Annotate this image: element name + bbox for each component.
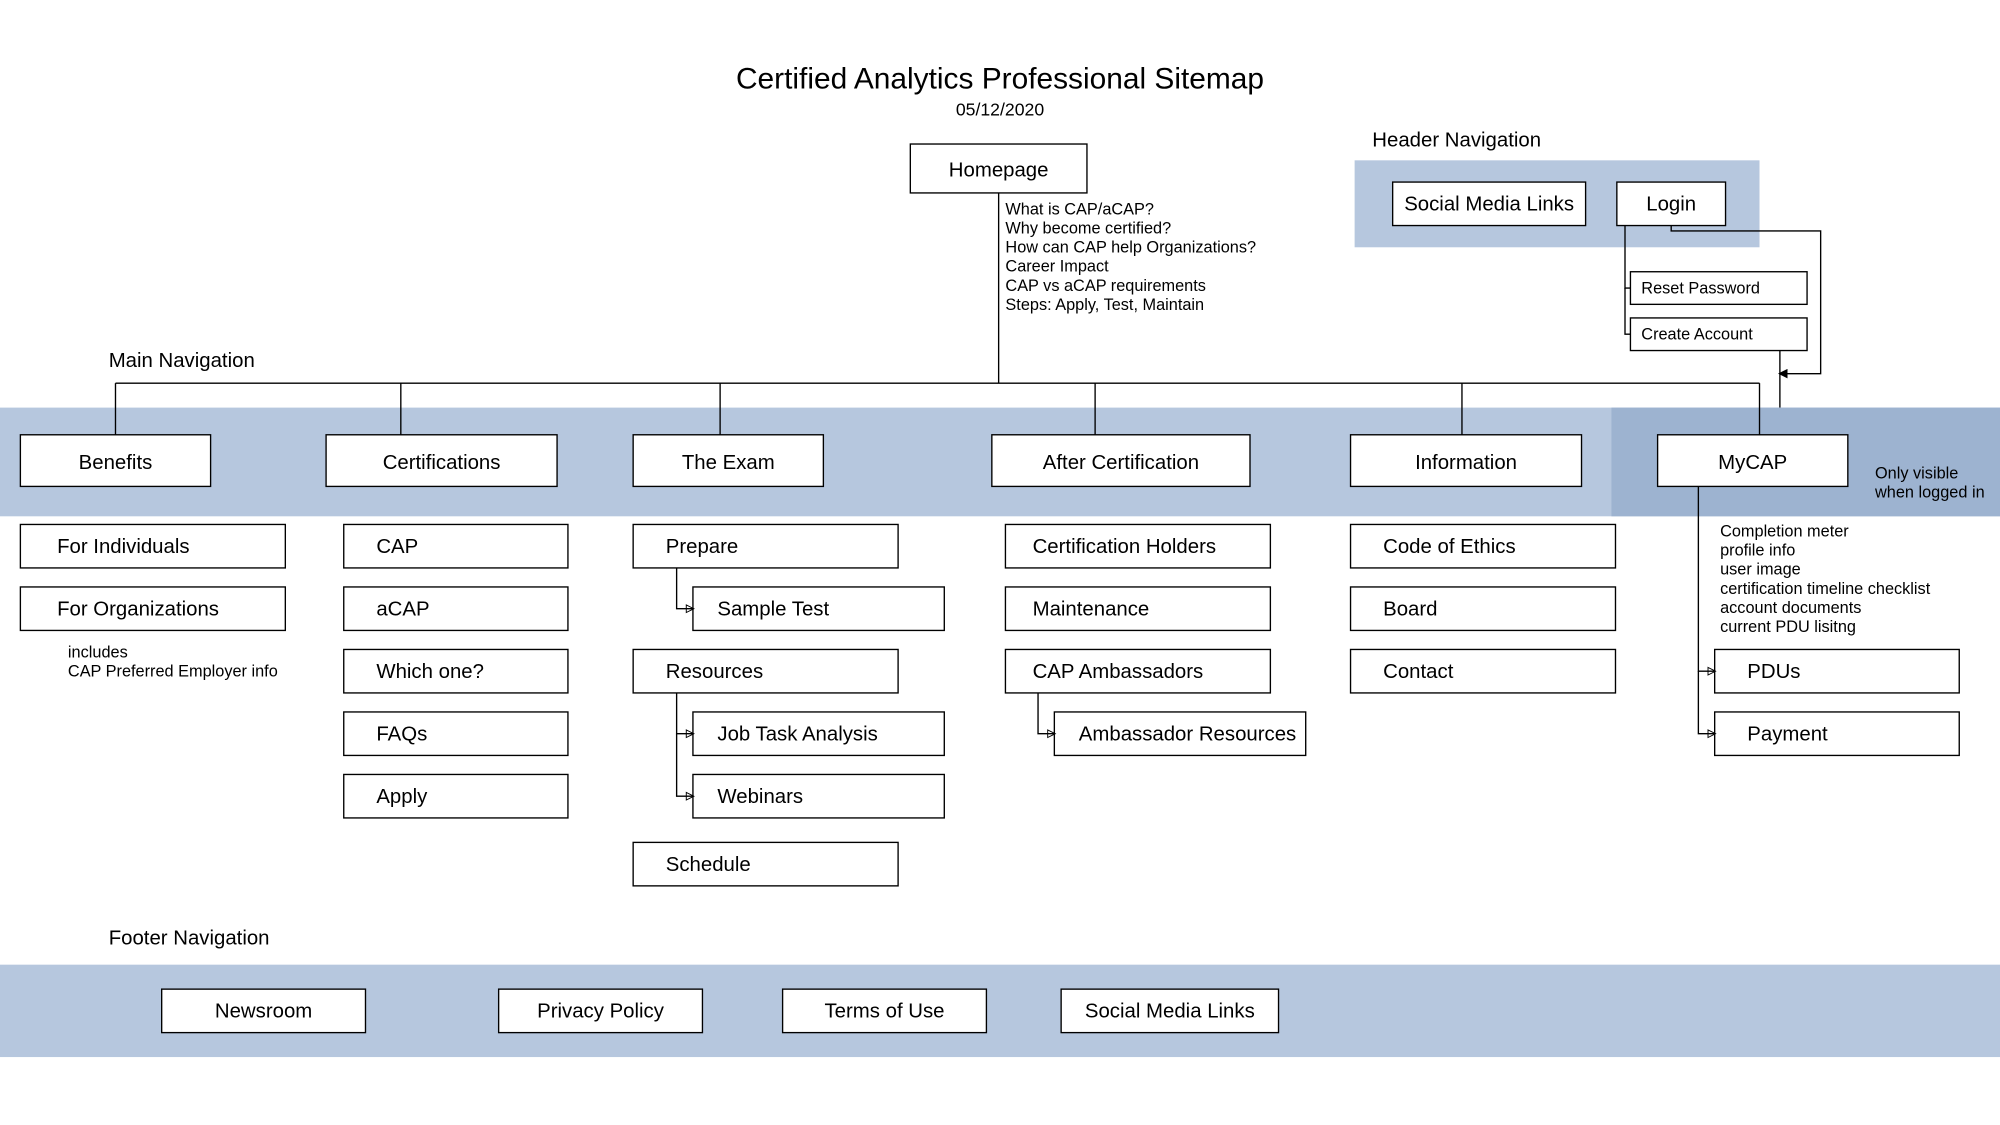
svg-text:Social Media Links: Social Media Links: [1085, 1001, 1255, 1023]
mycap-note-0: Completion meter: [1720, 523, 1849, 541]
mycap-note-1: profile info: [1720, 542, 1795, 560]
svg-text:Contact: Contact: [1383, 661, 1454, 683]
homepage-note-4: CAP vs aCAP requirements: [1005, 277, 1205, 295]
svg-text:Ambassador Resources: Ambassador Resources: [1079, 723, 1296, 745]
social-media-label: Social Media Links: [1404, 194, 1574, 216]
homepage-note-2: How can CAP help Organizations?: [1005, 239, 1256, 257]
svg-text:Certification Holders: Certification Holders: [1033, 536, 1216, 558]
svg-text:Webinars: Webinars: [717, 786, 803, 808]
svg-text:For Individuals: For Individuals: [57, 536, 189, 558]
footer-label: Footer Navigation: [109, 927, 270, 949]
mycap-note-4: account documents: [1720, 599, 1861, 617]
mycap-note-5: current PDU lisitng: [1720, 618, 1856, 636]
svg-text:Terms of Use: Terms of Use: [825, 1001, 945, 1023]
page-title: Certified Analytics Professional Sitemap: [736, 62, 1264, 95]
svg-text:Sample Test: Sample Test: [717, 598, 829, 620]
svg-text:MyCAP: MyCAP: [1718, 452, 1787, 474]
svg-text:Code of Ethics: Code of Ethics: [1383, 536, 1516, 558]
svg-text:PDUs: PDUs: [1747, 661, 1800, 683]
svg-text:CAP Ambassadors: CAP Ambassadors: [1033, 661, 1204, 683]
main-nav-label: Main Navigation: [109, 350, 255, 372]
svg-text:Apply: Apply: [376, 786, 428, 808]
homepage-note-1: Why become certified?: [1005, 220, 1171, 238]
logged-in-note-0: Only visible: [1875, 464, 1958, 482]
svg-text:After Certification: After Certification: [1043, 452, 1199, 474]
svg-text:For Organizations: For Organizations: [57, 598, 219, 620]
login-label: Login: [1646, 194, 1696, 216]
reset-password-label: Reset Password: [1641, 279, 1760, 297]
svg-text:Information: Information: [1415, 452, 1517, 474]
svg-text:Board: Board: [1383, 598, 1437, 620]
benefits-note-1: CAP Preferred Employer info: [68, 663, 278, 681]
mycap-note-2: user image: [1720, 561, 1801, 579]
sitemap-diagram: Certified Analytics Professional Sitemap…: [0, 0, 2000, 1125]
svg-text:Certifications: Certifications: [383, 452, 501, 474]
svg-text:aCAP: aCAP: [376, 598, 429, 620]
svg-text:Newsroom: Newsroom: [215, 1001, 312, 1023]
mycap-note-3: certification timeline checklist: [1720, 580, 1931, 598]
svg-text:Which one?: Which one?: [376, 661, 484, 683]
svg-text:Job Task Analysis: Job Task Analysis: [717, 723, 877, 745]
header-nav-label: Header Navigation: [1372, 130, 1541, 152]
svg-text:FAQs: FAQs: [376, 723, 427, 745]
homepage-note-5: Steps: Apply, Test, Maintain: [1005, 296, 1204, 314]
svg-text:Payment: Payment: [1747, 723, 1828, 745]
svg-text:The Exam: The Exam: [682, 452, 775, 474]
svg-text:Prepare: Prepare: [666, 536, 739, 558]
homepage-note-3: Career Impact: [1005, 258, 1109, 276]
create-account-label: Create Account: [1641, 326, 1753, 344]
svg-text:Maintenance: Maintenance: [1033, 598, 1150, 620]
logged-in-note-1: when logged in: [1874, 483, 1985, 501]
svg-text:Privacy Policy: Privacy Policy: [537, 1001, 665, 1023]
svg-text:CAP: CAP: [376, 536, 418, 558]
homepage-note-0: What is CAP/aCAP?: [1005, 201, 1154, 219]
svg-text:Schedule: Schedule: [666, 854, 751, 876]
svg-text:Benefits: Benefits: [79, 452, 153, 474]
svg-text:Resources: Resources: [666, 661, 763, 683]
benefits-note-0: includes: [68, 644, 128, 662]
page-date: 05/12/2020: [956, 99, 1045, 119]
homepage-label: Homepage: [949, 160, 1049, 182]
